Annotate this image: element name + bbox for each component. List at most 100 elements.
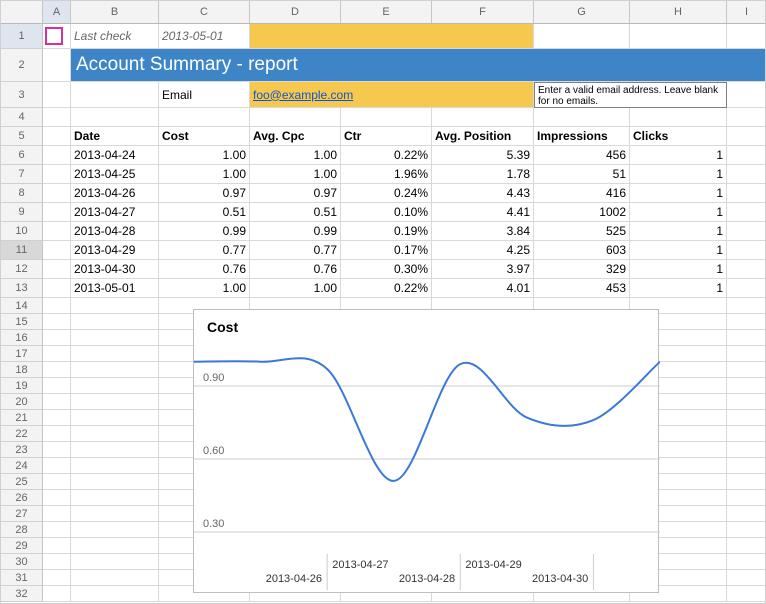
cell-G13[interactable]: 453 xyxy=(534,279,630,298)
cell-A3[interactable] xyxy=(43,82,71,108)
cell-D9[interactable]: 0.51 xyxy=(250,203,341,222)
col-header-F[interactable]: F xyxy=(432,1,534,24)
cell-G4[interactable] xyxy=(534,108,630,127)
cell-I17[interactable] xyxy=(727,346,766,362)
cell-G6[interactable]: 456 xyxy=(534,146,630,165)
table-header-impressions[interactable]: Impressions xyxy=(534,127,630,146)
col-header-C[interactable]: C xyxy=(159,1,250,24)
col-header-B[interactable]: B xyxy=(71,1,159,24)
cell-H8[interactable]: 1 xyxy=(630,184,727,203)
select-all-corner[interactable] xyxy=(1,1,43,24)
email-input-cell[interactable]: foo@example.com xyxy=(250,82,534,108)
cell-A8[interactable] xyxy=(43,184,71,203)
cell-B27[interactable] xyxy=(71,506,159,522)
cell-C9[interactable]: 0.51 xyxy=(159,203,250,222)
cell-C13[interactable]: 1.00 xyxy=(159,279,250,298)
cell-B23[interactable] xyxy=(71,442,159,458)
cell-G10[interactable]: 525 xyxy=(534,222,630,241)
cell-B25[interactable] xyxy=(71,474,159,490)
cell-I21[interactable] xyxy=(727,410,766,426)
table-header-avg-cpc[interactable]: Avg. Cpc xyxy=(250,127,341,146)
cell-I25[interactable] xyxy=(727,474,766,490)
cell-A16[interactable] xyxy=(43,330,71,346)
cell-I8[interactable] xyxy=(727,184,766,203)
cell-B11[interactable]: 2013-04-29 xyxy=(71,241,159,260)
cell-B10[interactable]: 2013-04-28 xyxy=(71,222,159,241)
row-header-15[interactable]: 15 xyxy=(1,314,43,330)
cell-A25[interactable] xyxy=(43,474,71,490)
cell-H1[interactable] xyxy=(630,24,727,49)
last-check-label[interactable]: Last check xyxy=(71,24,159,49)
cell-D11[interactable]: 0.77 xyxy=(250,241,341,260)
cell-A30[interactable] xyxy=(43,554,71,570)
cell-B8[interactable]: 2013-04-26 xyxy=(71,184,159,203)
cell-G9[interactable]: 1002 xyxy=(534,203,630,222)
cell-D7[interactable]: 1.00 xyxy=(250,165,341,184)
cell-F9[interactable]: 4.41 xyxy=(432,203,534,222)
row-header-7[interactable]: 7 xyxy=(1,165,43,184)
cell-I5[interactable] xyxy=(727,127,766,146)
row-header-31[interactable]: 31 xyxy=(1,570,43,586)
table-header-ctr[interactable]: Ctr xyxy=(341,127,432,146)
cell-B24[interactable] xyxy=(71,458,159,474)
cell-A14[interactable] xyxy=(43,298,71,314)
cell-C8[interactable]: 0.97 xyxy=(159,184,250,203)
cell-E8[interactable]: 0.24% xyxy=(341,184,432,203)
col-header-E[interactable]: E xyxy=(341,1,432,24)
cell-A27[interactable] xyxy=(43,506,71,522)
row-header-11[interactable]: 11 xyxy=(1,241,43,260)
cell-E9[interactable]: 0.10% xyxy=(341,203,432,222)
cell-D4[interactable] xyxy=(250,108,341,127)
last-check-date[interactable]: 2013-05-01 xyxy=(159,24,250,49)
cell-A29[interactable] xyxy=(43,538,71,554)
col-header-D[interactable]: D xyxy=(250,1,341,24)
cell-H13[interactable]: 1 xyxy=(630,279,727,298)
row-header-29[interactable]: 29 xyxy=(1,538,43,554)
col-header-A[interactable]: A xyxy=(43,1,71,24)
cell-E7[interactable]: 1.96% xyxy=(341,165,432,184)
cell-A17[interactable] xyxy=(43,346,71,362)
cell-B9[interactable]: 2013-04-27 xyxy=(71,203,159,222)
cell-I6[interactable] xyxy=(727,146,766,165)
table-header-clicks[interactable]: Clicks xyxy=(630,127,727,146)
cell-A12[interactable] xyxy=(43,260,71,279)
cell-D8[interactable]: 0.97 xyxy=(250,184,341,203)
cell-A9[interactable] xyxy=(43,203,71,222)
row-header-28[interactable]: 28 xyxy=(1,522,43,538)
cell-E10[interactable]: 0.19% xyxy=(341,222,432,241)
cell-A19[interactable] xyxy=(43,378,71,394)
cell-A26[interactable] xyxy=(43,490,71,506)
cell-G8[interactable]: 416 xyxy=(534,184,630,203)
cell-B31[interactable] xyxy=(71,570,159,586)
cell-A20[interactable] xyxy=(43,394,71,410)
cell-I4[interactable] xyxy=(727,108,766,127)
cell-A28[interactable] xyxy=(43,522,71,538)
cell-A7[interactable] xyxy=(43,165,71,184)
cell-H4[interactable] xyxy=(630,108,727,127)
cell-B15[interactable] xyxy=(71,314,159,330)
cell-I30[interactable] xyxy=(727,554,766,570)
table-header-date[interactable]: Date xyxy=(71,127,159,146)
cell-I1[interactable] xyxy=(727,24,766,49)
cell-G1[interactable] xyxy=(534,24,630,49)
cell-F4[interactable] xyxy=(432,108,534,127)
cell-A24[interactable] xyxy=(43,458,71,474)
cell-I20[interactable] xyxy=(727,394,766,410)
row-header-12[interactable]: 12 xyxy=(1,260,43,279)
cell-F6[interactable]: 5.39 xyxy=(432,146,534,165)
row-header-22[interactable]: 22 xyxy=(1,426,43,442)
cost-chart[interactable]: Cost 0.900.600.302013-04-262013-04-27201… xyxy=(193,309,659,593)
row-header-32[interactable]: 32 xyxy=(1,586,43,602)
cell-C4[interactable] xyxy=(159,108,250,127)
cell-A31[interactable] xyxy=(43,570,71,586)
row-header-24[interactable]: 24 xyxy=(1,458,43,474)
cell-E12[interactable]: 0.30% xyxy=(341,260,432,279)
cell-B29[interactable] xyxy=(71,538,159,554)
cell-C12[interactable]: 0.76 xyxy=(159,260,250,279)
cell-A18[interactable] xyxy=(43,362,71,378)
cell-I3[interactable] xyxy=(727,82,766,108)
cell-E6[interactable]: 0.22% xyxy=(341,146,432,165)
cell-A32[interactable] xyxy=(43,586,71,602)
cell-A4[interactable] xyxy=(43,108,71,127)
cell-A13[interactable] xyxy=(43,279,71,298)
